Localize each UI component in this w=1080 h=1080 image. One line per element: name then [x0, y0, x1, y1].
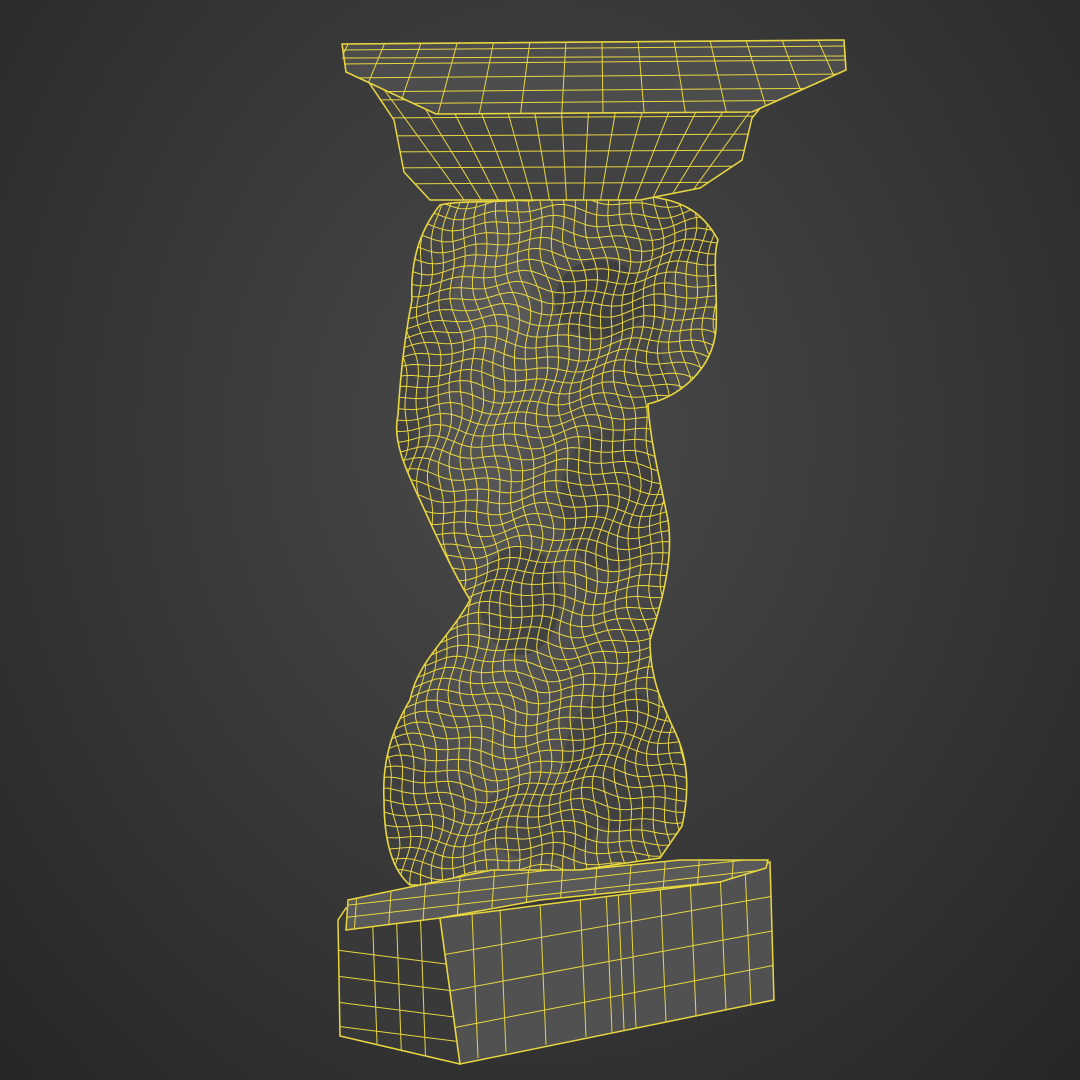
capital-block [341, 39, 847, 201]
figure-body [382, 192, 719, 886]
wireframe-model[interactable] [0, 0, 1080, 1080]
3d-viewport[interactable] [0, 0, 1080, 1080]
